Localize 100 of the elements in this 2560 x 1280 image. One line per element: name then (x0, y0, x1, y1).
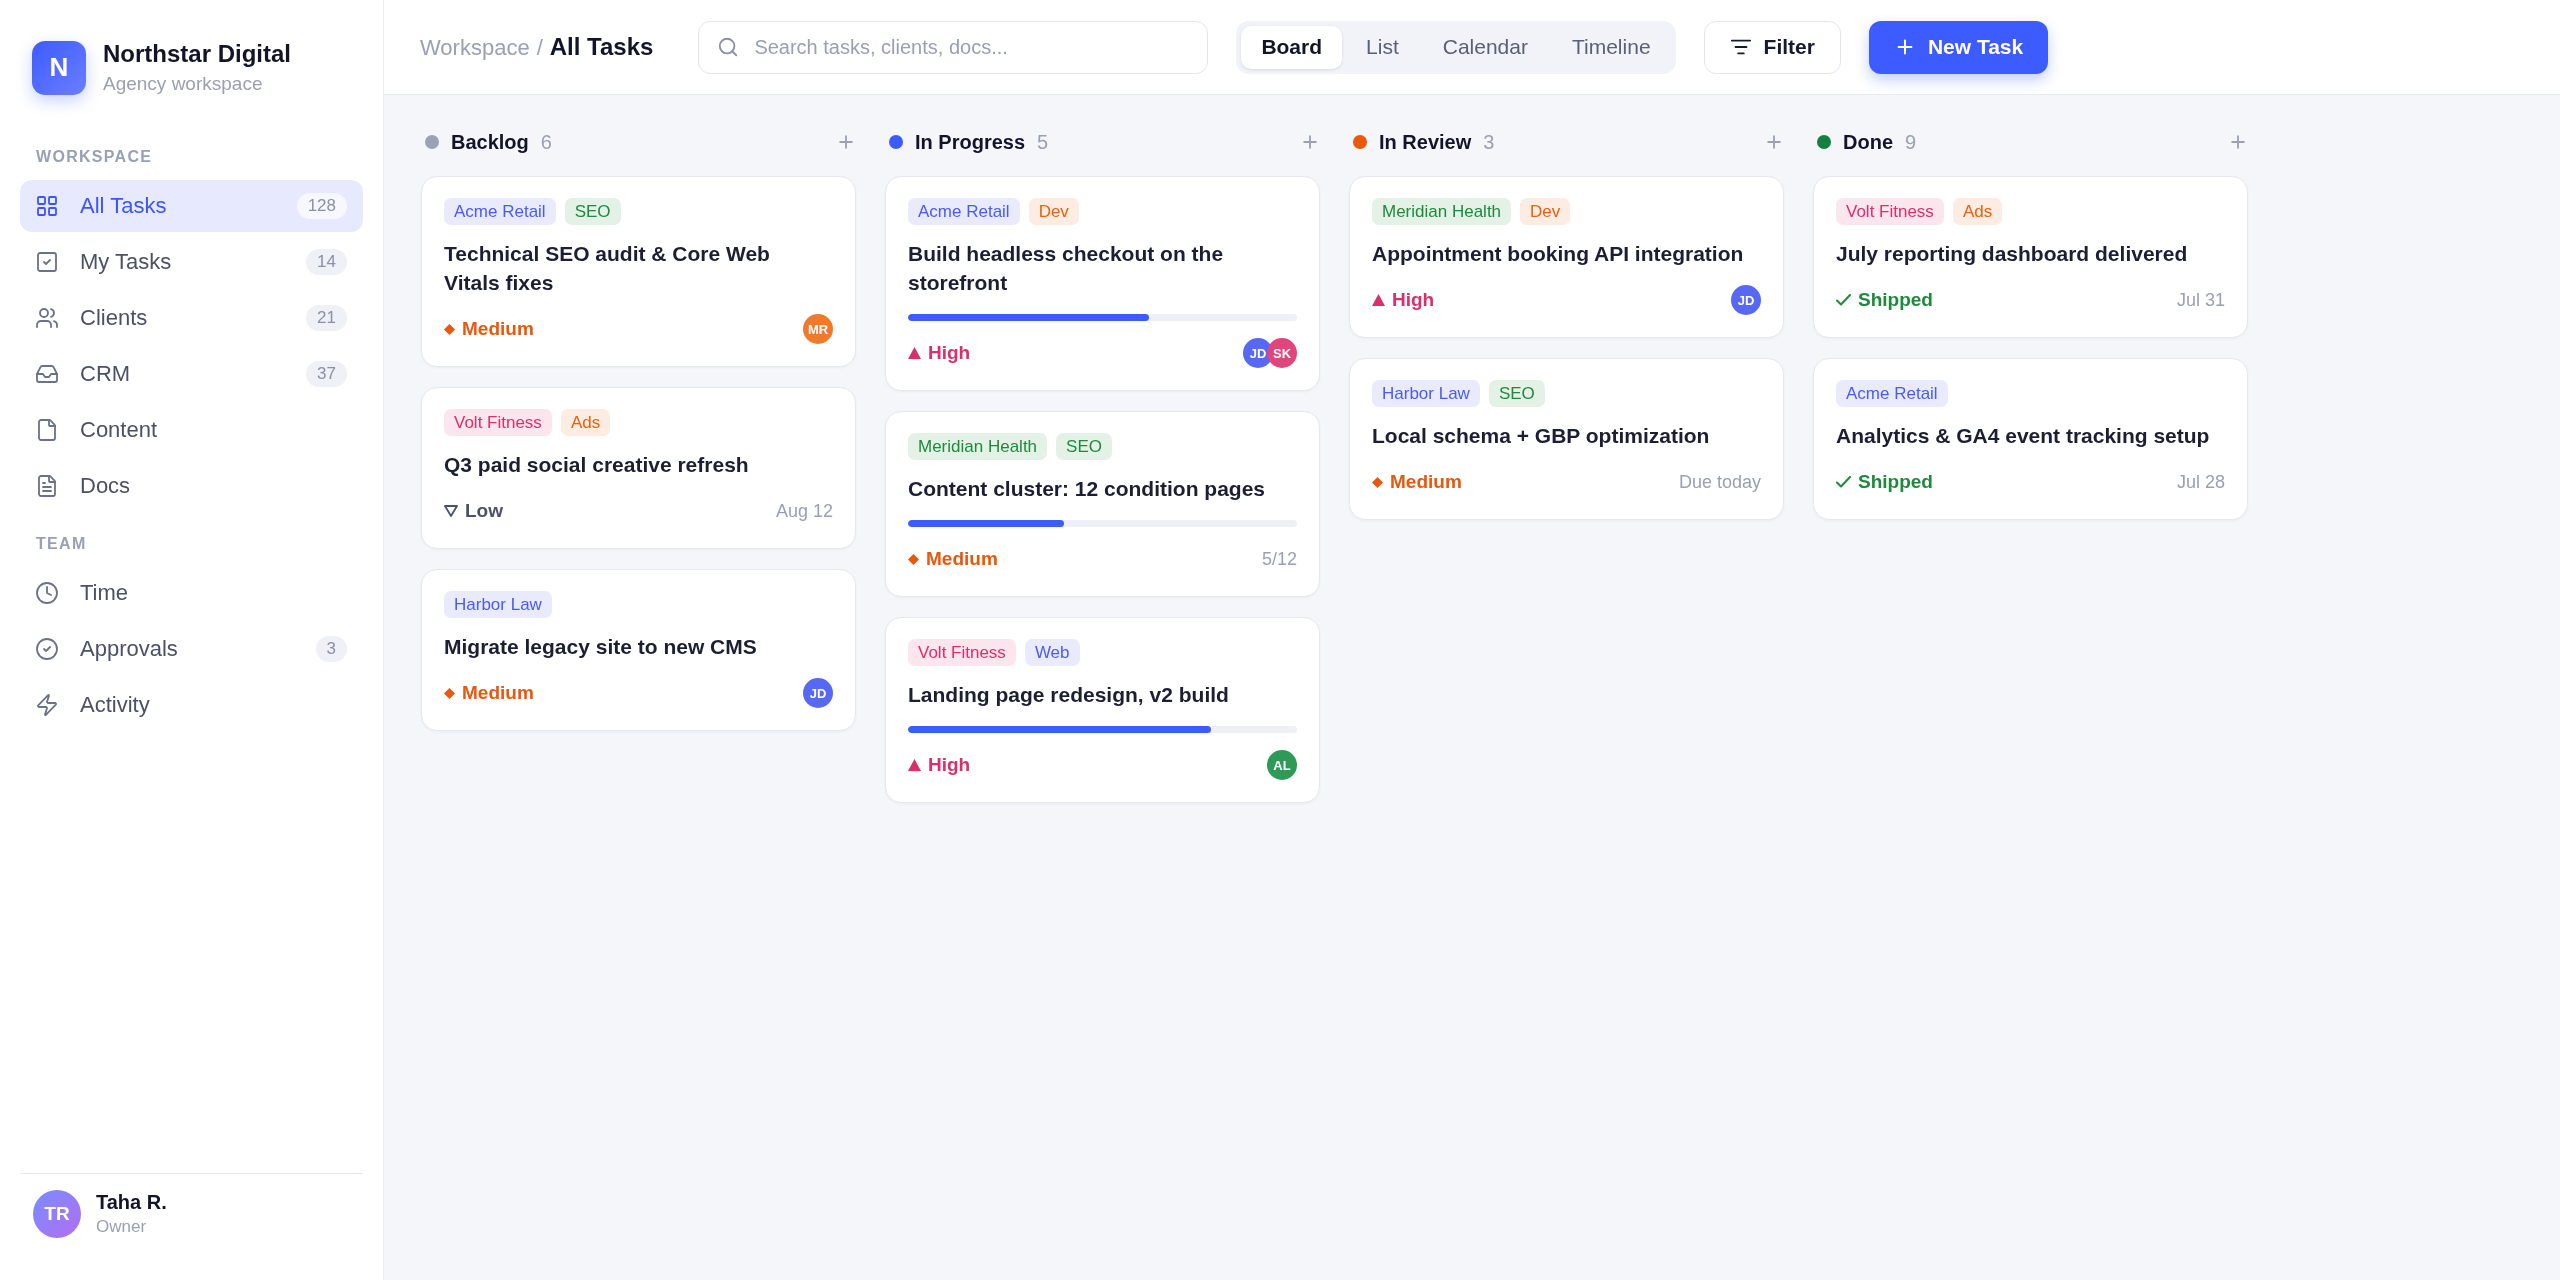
add-task-button[interactable] (1764, 132, 1784, 152)
task-card[interactable]: Harbor Law SEO Local schema + GBP optimization Medium Due today (1349, 358, 1784, 520)
tag: Volt Fitness (444, 409, 552, 436)
plus-icon (836, 132, 856, 152)
tag: Harbor Law (444, 591, 552, 618)
priority-label: High (928, 342, 971, 364)
card-title: July reporting dashboard delivered (1836, 241, 2189, 267)
task-card[interactable]: Volt Fitness Ads July reporting dashboard delivered Shipped Jul 31 (1813, 176, 2248, 338)
tag: SEO (564, 198, 621, 225)
task-card[interactable]: Volt Fitness Web Landing page redesign, v2 build High AL (885, 617, 1320, 803)
breadcrumb-separator: / (536, 35, 543, 61)
plus-icon (2228, 132, 2248, 152)
tag: Harbor Law (1372, 380, 1480, 407)
nav-item[interactable]: Approvals 3 (20, 623, 363, 675)
column-title: In Review (1379, 130, 1472, 154)
avatar: MR (803, 314, 833, 344)
check-icon (1836, 294, 1851, 306)
add-task-button[interactable] (2228, 132, 2248, 152)
count-badge: 128 (296, 193, 347, 219)
avatar: JD (803, 678, 833, 708)
card-title: Build headless checkout on the storefront (908, 241, 1225, 296)
status-label: Shipped (1858, 471, 1933, 493)
meta-label: Due today (1678, 471, 1761, 493)
tag: Volt Fitness (908, 639, 1016, 666)
page-title: All Tasks (549, 33, 654, 61)
priority-label: High (928, 754, 971, 776)
diamond-icon (444, 687, 455, 699)
priority-label: Low (465, 500, 503, 522)
card-title: Appointment booking API integration (1372, 241, 1745, 267)
tag: Web (1024, 639, 1080, 666)
nav-item[interactable]: Clients 21 (20, 292, 363, 344)
avatar: AL (1267, 750, 1297, 780)
task-card[interactable]: Harbor Law Migrate legacy site to new CMS Medium JD (421, 569, 856, 731)
meta-label: Jul 31 (2176, 289, 2225, 311)
meta-label: 5/12 (1261, 548, 1297, 570)
section-heading: WORKSPACE (35, 149, 154, 165)
tag: Ads (1952, 198, 2003, 225)
count-badge: 14 (306, 249, 347, 275)
add-task-button[interactable] (1300, 132, 1320, 152)
tag: Meridian Health (908, 433, 1048, 460)
nav-item[interactable]: All Tasks 128 (20, 180, 363, 232)
avatar: SK (1267, 338, 1297, 368)
card-title: Q3 paid social creative refresh (444, 452, 750, 478)
logo-tile: N (32, 40, 86, 95)
diamond-icon (444, 323, 455, 335)
task-card[interactable]: Volt Fitness Ads Q3 paid social creative refresh Low Aug 12 (421, 387, 856, 549)
workspace-name: Northstar Digital (103, 40, 291, 68)
count-badge: 21 (306, 305, 347, 331)
check-icon (1836, 476, 1851, 488)
priority-label: Medium (926, 548, 998, 570)
task-card[interactable]: Acme Retail SEO Technical SEO audit & Core Web Vitals fixes Medium MR (421, 176, 856, 367)
triangle-icon (1372, 294, 1385, 306)
tag: Acme Retail (908, 198, 1020, 225)
users-icon (35, 306, 59, 330)
file-icon (35, 418, 59, 442)
user-name: Taha R. (96, 1191, 167, 1214)
task-card[interactable]: Acme Retail Dev Build headless checkout on the storefront High JD SK (885, 176, 1320, 391)
search-field[interactable]: Search tasks, clients, docs... (698, 20, 1209, 74)
priority-label: High (1392, 289, 1435, 311)
column-title: Done (1843, 130, 1893, 154)
diamond-icon (908, 553, 919, 565)
inbox-icon (35, 362, 59, 386)
task-card[interactable]: Meridian Health Dev Appointment booking API integration High JD (1349, 176, 1784, 338)
task-card[interactable]: Meridian Health SEO Content cluster: 12 condition pages Medium 5/12 (885, 411, 1320, 597)
lightning-icon (35, 693, 59, 717)
down-triangle-icon (444, 505, 458, 517)
document-icon (35, 474, 59, 498)
add-task-button[interactable] (836, 132, 856, 152)
column-title: Backlog (451, 130, 529, 154)
column-title: In Progress (915, 130, 1026, 154)
meta-label: Jul 28 (2176, 471, 2225, 493)
nav-item[interactable]: Content (20, 404, 363, 456)
view-tab[interactable]: Timeline (1552, 25, 1671, 69)
search-icon (717, 36, 740, 58)
nav-item[interactable]: Time (20, 567, 363, 619)
nav-item[interactable]: Docs (20, 460, 363, 512)
user-avatar: TR (33, 1190, 81, 1238)
priority-label: Medium (462, 318, 534, 340)
nav-item[interactable]: CRM 37 (20, 348, 363, 400)
tag: SEO (1056, 433, 1112, 460)
diamond-icon (1372, 476, 1383, 488)
tag: Meridian Health (1372, 198, 1512, 225)
user-role: Owner (96, 1217, 148, 1237)
filter-button[interactable]: Filter (1703, 20, 1841, 74)
tag: Acme Retail (444, 198, 556, 225)
card-title: Technical SEO audit & Core Web Vitals fixes (444, 241, 771, 296)
priority-label: Medium (1390, 471, 1462, 493)
new-task-button[interactable]: New Task (1868, 20, 2049, 74)
view-tab[interactable]: List (1346, 25, 1419, 69)
nav-item[interactable]: Activity (20, 679, 363, 731)
clock-icon (35, 581, 59, 605)
nav-item[interactable]: My Tasks 14 (20, 236, 363, 288)
tag: Ads (560, 409, 611, 436)
view-tab[interactable]: Board (1241, 25, 1343, 69)
task-card[interactable]: Acme Retail Analytics & GA4 event tracking setup Shipped Jul 28 (1813, 358, 2248, 520)
column-count: 5 (1037, 130, 1050, 154)
checkbox-icon (35, 250, 59, 274)
view-tab[interactable]: Calendar (1422, 25, 1548, 69)
section-heading: TEAM (35, 536, 88, 552)
tag: SEO (1488, 380, 1545, 407)
